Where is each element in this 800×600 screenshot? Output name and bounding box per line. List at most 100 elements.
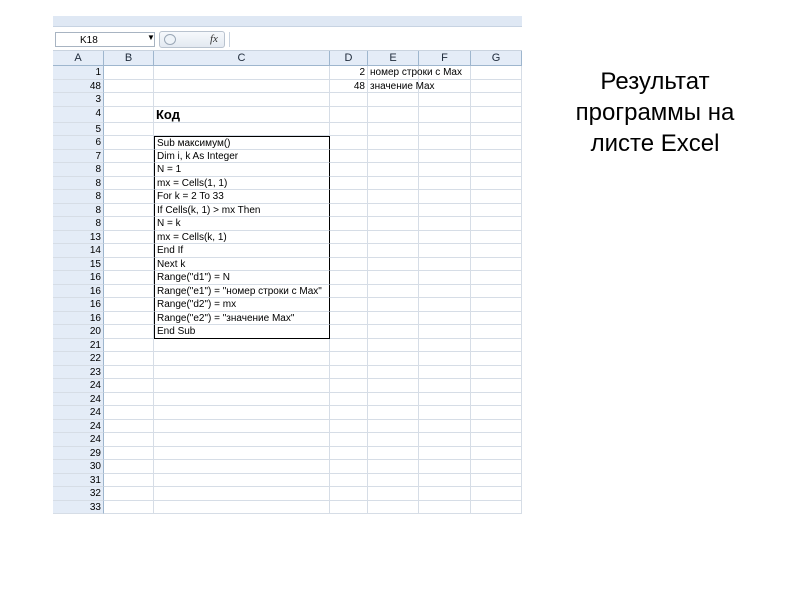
circle-button-icon[interactable] [164, 34, 176, 45]
cell[interactable] [368, 190, 419, 204]
cell[interactable] [330, 446, 368, 460]
cell[interactable] [104, 500, 154, 514]
cell[interactable] [471, 433, 522, 447]
cell[interactable] [419, 433, 471, 447]
cell[interactable]: Sub максимум() [154, 136, 330, 150]
cell[interactable] [471, 230, 522, 244]
cell[interactable] [471, 460, 522, 474]
cell[interactable]: Код [154, 106, 330, 123]
cell[interactable] [368, 298, 419, 312]
cell[interactable] [154, 122, 330, 136]
cell[interactable] [471, 244, 522, 258]
cell[interactable] [104, 379, 154, 393]
insert-function-icon[interactable]: fx [210, 33, 218, 45]
cell[interactable] [330, 244, 368, 258]
row-number[interactable]: 13 [53, 230, 104, 244]
cell[interactable] [471, 338, 522, 352]
cell[interactable] [471, 79, 522, 93]
cell[interactable] [419, 338, 471, 352]
column-header-g[interactable]: G [471, 51, 522, 65]
row-number[interactable]: 20 [53, 325, 104, 339]
cell[interactable]: Range("d1") = N [154, 271, 330, 285]
cell[interactable]: 48 [330, 79, 368, 93]
row-number[interactable]: 14 [53, 244, 104, 258]
cell[interactable] [330, 284, 368, 298]
cell[interactable]: номер строки с Max [368, 66, 462, 80]
cell[interactable] [419, 217, 471, 231]
cell[interactable] [368, 122, 419, 136]
cell[interactable] [471, 217, 522, 231]
cell[interactable] [104, 93, 154, 107]
cell[interactable] [104, 338, 154, 352]
cell[interactable] [368, 379, 419, 393]
cell[interactable] [104, 325, 154, 339]
cell[interactable]: Range("e2") = "значение Max" [154, 311, 330, 325]
cell[interactable] [471, 473, 522, 487]
cell[interactable] [330, 136, 368, 150]
column-header-c[interactable]: C [154, 51, 330, 65]
cell[interactable] [368, 284, 419, 298]
cell[interactable] [419, 379, 471, 393]
cell[interactable] [104, 136, 154, 150]
cell[interactable] [368, 365, 419, 379]
cell[interactable] [419, 487, 471, 501]
cell[interactable]: If Cells(k, 1) > mx Then [154, 203, 330, 217]
cell[interactable] [154, 392, 330, 406]
cell[interactable] [104, 298, 154, 312]
cell[interactable] [104, 203, 154, 217]
cell[interactable] [330, 217, 368, 231]
column-header-a[interactable]: A [53, 51, 104, 65]
cell[interactable] [419, 244, 471, 258]
cell[interactable] [154, 93, 330, 107]
cell[interactable] [419, 163, 471, 177]
cell[interactable] [368, 257, 419, 271]
row-number[interactable]: 33 [53, 500, 104, 514]
cell[interactable] [330, 352, 368, 366]
cell[interactable] [330, 163, 368, 177]
cell[interactable] [368, 433, 419, 447]
row-number[interactable]: 8 [53, 203, 104, 217]
cell[interactable] [104, 149, 154, 163]
cell[interactable] [104, 244, 154, 258]
cell[interactable] [368, 446, 419, 460]
cell[interactable] [471, 257, 522, 271]
row-number[interactable]: 8 [53, 163, 104, 177]
cell[interactable] [419, 392, 471, 406]
cell[interactable] [471, 66, 522, 80]
cell[interactable] [154, 460, 330, 474]
cell[interactable] [471, 419, 522, 433]
row-number[interactable]: 8 [53, 176, 104, 190]
cell[interactable] [419, 298, 471, 312]
cell[interactable] [419, 460, 471, 474]
cell[interactable] [471, 163, 522, 177]
cell[interactable] [330, 460, 368, 474]
cell[interactable] [368, 271, 419, 285]
row-number[interactable]: 15 [53, 257, 104, 271]
cell[interactable] [419, 365, 471, 379]
cell[interactable] [419, 93, 471, 107]
cell[interactable] [419, 311, 471, 325]
cell[interactable] [368, 176, 419, 190]
row-number[interactable]: 16 [53, 271, 104, 285]
cell[interactable] [419, 149, 471, 163]
cell[interactable]: значение Max [368, 79, 435, 93]
cell[interactable] [154, 433, 330, 447]
row-number[interactable]: 24 [53, 433, 104, 447]
cell[interactable] [104, 230, 154, 244]
cell[interactable] [419, 352, 471, 366]
cell[interactable] [419, 203, 471, 217]
cell[interactable] [104, 190, 154, 204]
cell[interactable] [368, 338, 419, 352]
cell[interactable] [330, 203, 368, 217]
cell[interactable] [368, 149, 419, 163]
cell[interactable] [368, 406, 419, 420]
cell[interactable] [104, 487, 154, 501]
row-number[interactable]: 8 [53, 217, 104, 231]
cell[interactable]: End Sub [154, 325, 330, 339]
cell[interactable] [104, 217, 154, 231]
cell[interactable] [104, 365, 154, 379]
cell[interactable] [104, 257, 154, 271]
cell[interactable] [154, 365, 330, 379]
cell[interactable] [471, 406, 522, 420]
cell[interactable] [471, 379, 522, 393]
